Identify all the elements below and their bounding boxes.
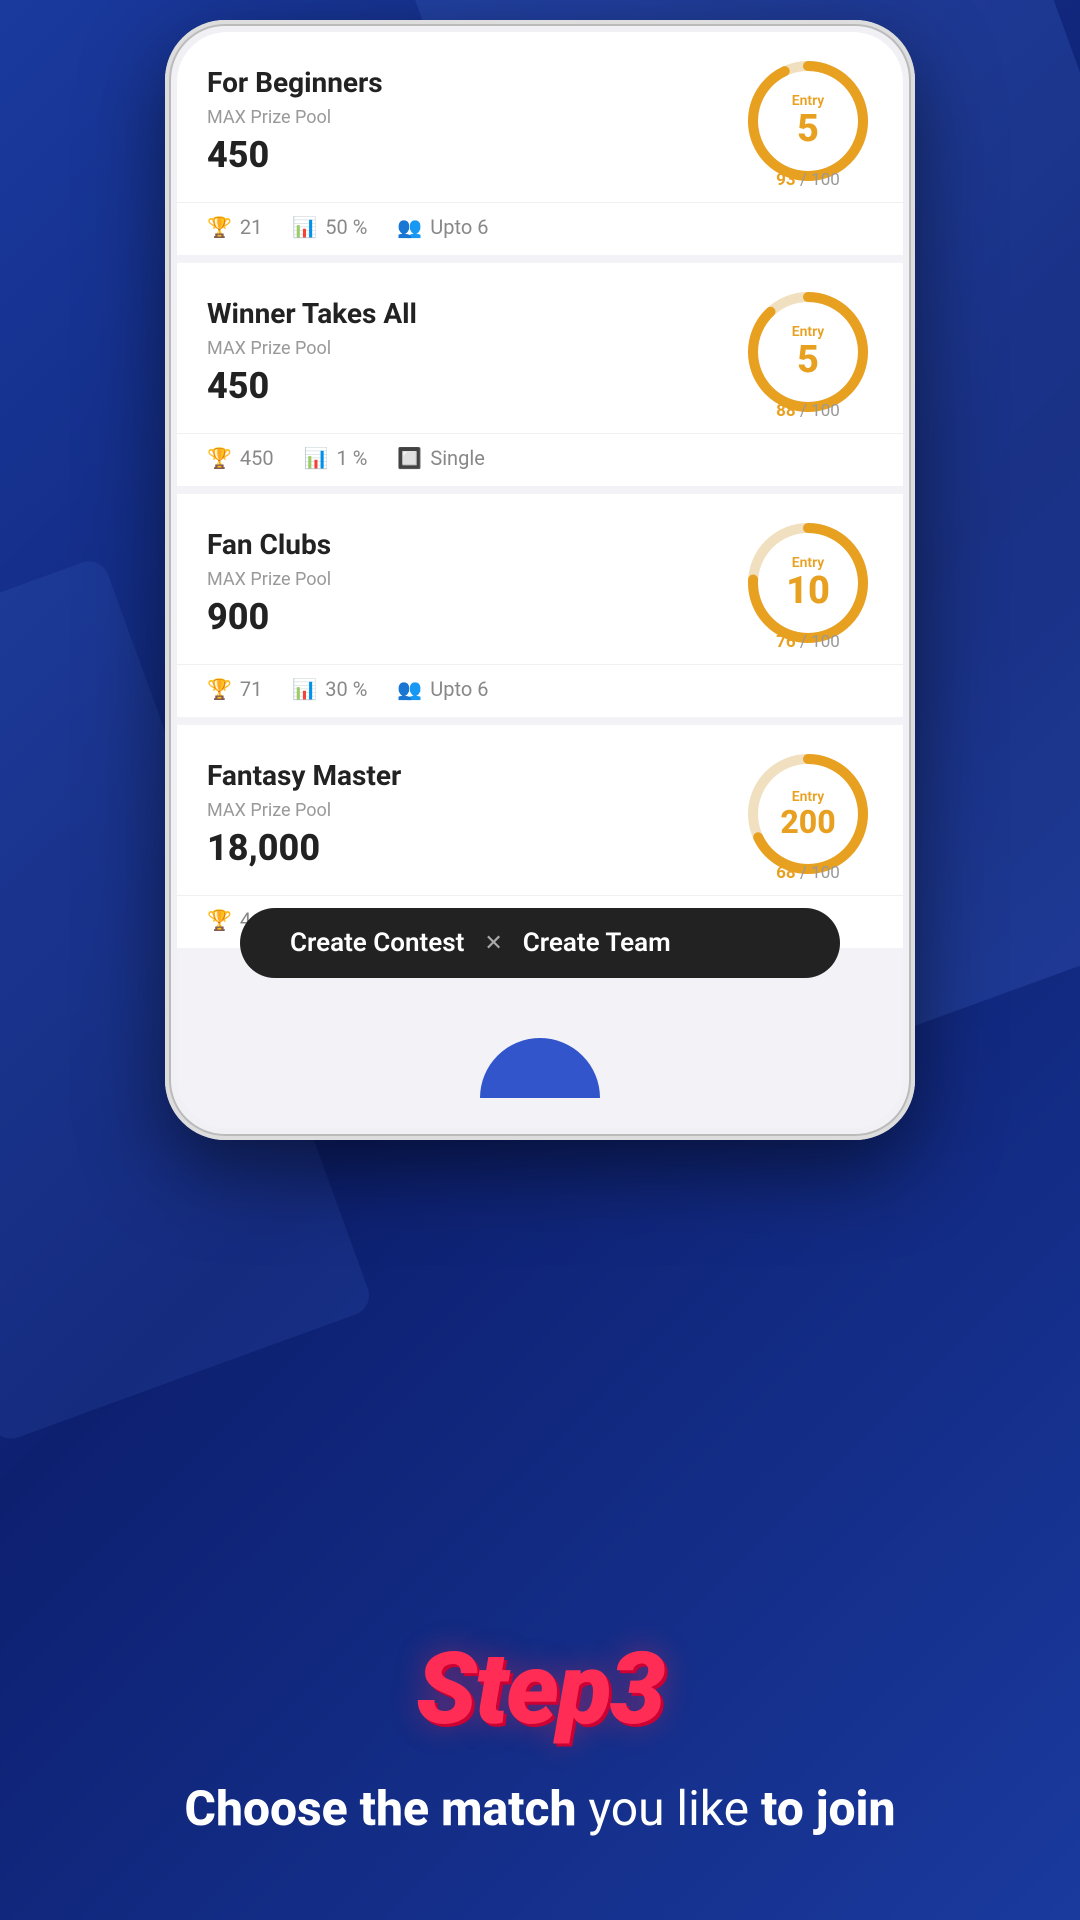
card-stats-beginners: 🏆 21 📊 50 % 👥 Upto 6: [177, 202, 903, 255]
stat-trophy-fanclubs: 🏆 71: [207, 677, 262, 701]
entry-number-winner: 5: [797, 341, 819, 379]
create-contest-label[interactable]: Create Contest: [290, 928, 464, 958]
stat-trophy-value-beginners: 21: [240, 215, 262, 239]
entry-progress-beginners: 93 / 100: [776, 170, 840, 190]
entry-label-winner: Entry: [792, 325, 825, 339]
entry-circle-fanclubs: Entry 10 76 / 100: [743, 518, 873, 648]
contest-card-beginners[interactable]: For Beginners MAX Prize Pool 450 Entry 5: [177, 32, 903, 255]
contest-card-fantasy[interactable]: Fantasy Master MAX Prize Pool 18,000 Ent…: [177, 725, 903, 948]
step-section: Step3 Choose the match you like to join: [0, 1180, 1080, 1920]
stat-chart-beginners: 📊 50 %: [292, 215, 367, 239]
entry-number-fanclubs: 10: [786, 572, 830, 610]
stat-trophy-value-fanclubs: 71: [240, 677, 262, 701]
stat-team-winner: 🔲 Single: [397, 446, 484, 470]
card-subtitle-fanclubs: MAX Prize Pool: [207, 569, 331, 590]
contests-list: For Beginners MAX Prize Pool 450 Entry 5: [177, 32, 903, 1128]
stat-team-value-beginners: Upto 6: [430, 215, 488, 239]
card-title-beginners: For Beginners: [207, 66, 383, 99]
card-info-fanclubs: Fan Clubs MAX Prize Pool 900: [207, 528, 331, 638]
card-prize-fanclubs: 900: [207, 596, 331, 638]
subtitle-bold1: Choose the match: [185, 1780, 577, 1837]
trophy-icon-winner: 🏆: [207, 446, 232, 470]
stat-chart-value-fanclubs: 30 %: [325, 677, 367, 701]
stat-team-fanclubs: 👥 Upto 6: [397, 677, 488, 701]
card-info-fantasy: Fantasy Master MAX Prize Pool 18,000: [207, 759, 401, 869]
stat-team-value-winner: Single: [430, 446, 484, 470]
card-main-fantasy: Fantasy Master MAX Prize Pool 18,000 Ent…: [177, 725, 903, 895]
entry-number-fantasy: 200: [780, 806, 835, 838]
divider-icon: ✕: [484, 931, 502, 956]
entry-circle-fantasy: Entry 200 68 / 100: [743, 749, 873, 879]
bottom-action-bar: Create Contest ✕ Create Team: [240, 908, 840, 978]
card-stats-winner: 🏆 450 📊 1 % 🔲 Single: [177, 433, 903, 486]
entry-label-fantasy: Entry: [792, 790, 825, 804]
contest-card-winner[interactable]: Winner Takes All MAX Prize Pool 450 Entr…: [177, 263, 903, 486]
trophy-icon-fantasy: 🏆: [207, 908, 232, 932]
card-info-winner: Winner Takes All MAX Prize Pool 450: [207, 297, 417, 407]
card-info-beginners: For Beginners MAX Prize Pool 450: [207, 66, 383, 176]
phone-screen: For Beginners MAX Prize Pool 450 Entry 5: [177, 32, 903, 1128]
card-prize-fantasy: 18,000: [207, 827, 401, 869]
trophy-icon-fanclubs: 🏆: [207, 677, 232, 701]
entry-circle-beginners: Entry 5 93 / 100: [743, 56, 873, 186]
card-title-fanclubs: Fan Clubs: [207, 528, 331, 561]
stat-chart-fanclubs: 📊 30 %: [292, 677, 367, 701]
stat-trophy-value-winner: 450: [240, 446, 274, 470]
entry-circle-winner: Entry 5 88 / 100: [743, 287, 873, 417]
entry-progress-winner: 88 / 100: [776, 401, 840, 421]
trophy-icon-beginners: 🏆: [207, 215, 232, 239]
chart-icon-winner: 📊: [304, 446, 329, 470]
stat-chart-value-beginners: 50 %: [325, 215, 367, 239]
card-stats-fanclubs: 🏆 71 📊 30 % 👥 Upto 6: [177, 664, 903, 717]
step-subtitle: Choose the match you like to join: [125, 1778, 956, 1840]
entry-label-beginners: Entry: [792, 94, 825, 108]
bottom-area: [177, 1008, 903, 1128]
contest-card-fanclubs[interactable]: Fan Clubs MAX Prize Pool 900 Entry 10: [177, 494, 903, 717]
card-subtitle-beginners: MAX Prize Pool: [207, 107, 383, 128]
card-subtitle-fantasy: MAX Prize Pool: [207, 800, 401, 821]
entry-circle-inner-beginners: Entry 5: [743, 56, 873, 186]
chart-icon-fanclubs: 📊: [292, 677, 317, 701]
entry-number-beginners: 5: [797, 110, 819, 148]
entry-circle-inner-fantasy: Entry 200: [743, 749, 873, 879]
subtitle-bold2: to join: [761, 1780, 895, 1837]
card-main-winner: Winner Takes All MAX Prize Pool 450 Entr…: [177, 263, 903, 433]
card-main-beginners: For Beginners MAX Prize Pool 450 Entry 5: [177, 32, 903, 202]
card-title-winner: Winner Takes All: [207, 297, 417, 330]
chart-icon-beginners: 📊: [292, 215, 317, 239]
entry-label-fanclubs: Entry: [792, 556, 825, 570]
phone-frame: For Beginners MAX Prize Pool 450 Entry 5: [165, 20, 915, 1140]
bottom-circle-area: [480, 1038, 600, 1098]
stat-trophy-beginners: 🏆 21: [207, 215, 262, 239]
team-icon-winner: 🔲: [397, 446, 422, 470]
card-main-fanclubs: Fan Clubs MAX Prize Pool 900 Entry 10: [177, 494, 903, 664]
step-title: Step3: [416, 1631, 664, 1748]
stat-team-beginners: 👥 Upto 6: [397, 215, 488, 239]
create-team-label[interactable]: Create Team: [523, 928, 671, 958]
entry-circle-inner-winner: Entry 5: [743, 287, 873, 417]
stat-trophy-winner: 🏆 450: [207, 446, 274, 470]
entry-circle-inner-fanclubs: Entry 10: [743, 518, 873, 648]
stat-team-value-fanclubs: Upto 6: [430, 677, 488, 701]
team-icon-fanclubs: 👥: [397, 677, 422, 701]
card-prize-beginners: 450: [207, 134, 383, 176]
card-prize-winner: 450: [207, 365, 417, 407]
entry-progress-fantasy: 68 / 100: [776, 863, 840, 883]
stat-chart-value-winner: 1 %: [337, 446, 368, 470]
card-subtitle-winner: MAX Prize Pool: [207, 338, 417, 359]
card-title-fantasy: Fantasy Master: [207, 759, 401, 792]
stat-chart-winner: 📊 1 %: [304, 446, 368, 470]
team-icon-beginners: 👥: [397, 215, 422, 239]
entry-progress-fanclubs: 76 / 100: [776, 632, 840, 652]
partial-circle: [480, 1038, 600, 1098]
subtitle-normal: you like: [576, 1780, 761, 1837]
